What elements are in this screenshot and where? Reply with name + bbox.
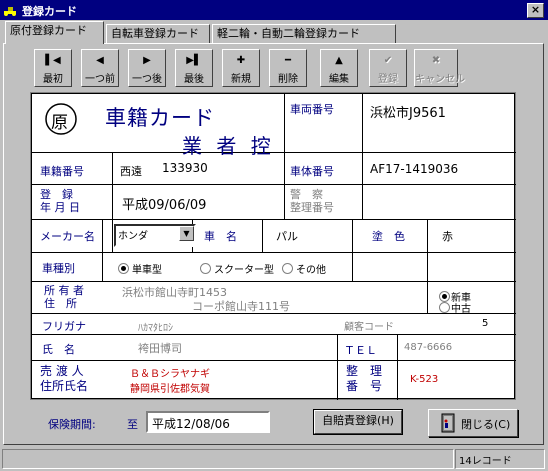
toolbar-label: 最後 <box>184 74 204 85</box>
furigana-value[interactable]: ﾊｶﾏﾀﾋﾛｼ <box>138 319 173 334</box>
maker-select[interactable]: ホンダ ▼ <box>114 224 196 247</box>
last-record-button[interactable]: ▶▌ 最後 <box>175 49 213 87</box>
stamp-label: 原 <box>51 113 68 133</box>
toolbar-label: 一つ後 <box>132 74 162 85</box>
last-record-icon: ▶▌ <box>186 55 202 66</box>
insurance-date-field[interactable]: 平成12/08/06 <box>146 411 270 433</box>
vehicle-number-label: 車両番号 <box>290 103 334 116</box>
vehicle-type-radio-scooter[interactable] <box>200 263 211 274</box>
seller-address[interactable]: 静岡県引佐郡気賀 <box>130 380 210 395</box>
reg-date-value[interactable]: 平成09/06/09 <box>122 194 206 213</box>
x-mark-icon: ✖ <box>431 55 441 66</box>
plus-icon: ✚ <box>236 55 246 66</box>
tab-label: 軽二輪・自動二輪登録カード <box>217 27 360 40</box>
color-value[interactable]: 赤 <box>442 228 453 244</box>
close-button[interactable]: 閉じる(C) <box>428 409 518 437</box>
checkmark-icon: ✔ <box>383 55 393 66</box>
jibaiseki-register-button[interactable]: 自賠責登録(H) <box>313 409 403 435</box>
status-radio-new[interactable] <box>439 291 450 302</box>
reg-date-label: 登 録 年 月 日 <box>40 188 80 214</box>
ref-number-label: 整 理 番 号 <box>346 364 383 393</box>
ref-number-value[interactable]: K-523 <box>410 374 438 385</box>
delete-record-button[interactable]: ━ 削除 <box>269 49 307 87</box>
vehicle-number-value[interactable]: 浜松市J9561 <box>370 102 446 121</box>
title-bar[interactable]: 登録カード × <box>0 0 548 20</box>
status-pane-records: 14レコード <box>455 449 545 469</box>
insurance-to-label: 至 <box>127 418 138 431</box>
insurance-date-value: 平成12/08/06 <box>152 417 230 431</box>
status-pane-main <box>2 449 454 469</box>
registry-number-value[interactable]: 133930 <box>162 161 208 175</box>
customer-code-label: 顧客コード <box>344 322 394 333</box>
seller-name[interactable]: Ｂ＆Ｂシラヤナギ <box>130 365 210 380</box>
card-subtitle: 業 者 控 <box>182 134 271 158</box>
button-label: 自賠責登録(H) <box>322 414 394 427</box>
new-record-button[interactable]: ✚ 新規 <box>222 49 260 87</box>
tel-label: ＴＥＬ <box>344 344 377 357</box>
app-icon <box>4 7 16 16</box>
tab-label: 原付登録カード <box>10 24 87 37</box>
registration-card: 原 車籍カード 業 者 控 車両番号 浜松市J9561 車籍番号 西遠 1339… <box>30 92 516 400</box>
tab-motorcycle-card[interactable]: 軽二輪・自動二輪登録カード <box>212 24 396 43</box>
vehicle-type-option: その他 <box>296 265 326 276</box>
first-record-button[interactable]: ▌◀ 最初 <box>34 49 72 87</box>
seller-label: 売 渡 人 住所氏名 <box>40 364 89 393</box>
vehicle-type-radio-motorcycle[interactable] <box>118 263 129 274</box>
maker-label: メーカー名 <box>40 230 95 243</box>
previous-record-button[interactable]: ◀ 一つ前 <box>81 49 119 87</box>
toolbar-label: 編集 <box>329 74 349 85</box>
toolbar-label: 新規 <box>231 74 251 85</box>
owner-address-label: 所 有 者 住 所 <box>44 284 84 310</box>
body-number-label: 車体番号 <box>290 165 334 178</box>
next-record-icon: ▶ <box>143 55 151 66</box>
first-record-icon: ▌◀ <box>45 55 61 66</box>
next-record-button[interactable]: ▶ 一つ後 <box>128 49 166 87</box>
toolbar-label: 最初 <box>43 74 63 85</box>
model-value[interactable]: パル <box>276 228 298 244</box>
toolbar-label: 削除 <box>278 74 298 85</box>
minus-icon: ━ <box>284 55 292 66</box>
door-exit-icon <box>441 413 455 433</box>
tel-value[interactable]: 487-6666 <box>404 342 452 353</box>
registry-number-label: 車籍番号 <box>40 165 84 178</box>
model-label: 車 名 <box>204 230 237 243</box>
cancel-button[interactable]: ✖ キャンセル <box>414 49 465 87</box>
tab-bicycle-card[interactable]: 自転車登録カード <box>106 24 210 43</box>
close-window-button[interactable]: × <box>527 3 544 18</box>
window-title: 登録カード <box>22 5 77 18</box>
tab-moped-card[interactable]: 原付登録カード <box>5 21 104 44</box>
body-number-value[interactable]: AF17-1419036 <box>370 162 458 176</box>
vehicle-type-radio-other[interactable] <box>282 263 293 274</box>
insurance-label: 保険期間: <box>48 418 96 431</box>
chevron-down-icon[interactable]: ▼ <box>179 226 194 241</box>
vehicle-type-option: 単車型 <box>132 265 162 276</box>
previous-record-icon: ◀ <box>96 55 104 66</box>
status-option: 中古 <box>451 304 471 315</box>
customer-code-value[interactable]: 5 <box>482 318 488 329</box>
button-label: 閉じる(C) <box>461 418 511 431</box>
registry-prefix[interactable]: 西遠 <box>120 163 142 179</box>
toolbar-label: 登録 <box>378 74 398 85</box>
police-number-label: 警 察 整理番号 <box>290 188 334 214</box>
toolbar-label: キャンセル <box>415 74 465 85</box>
toolbar-label: 一つ前 <box>85 74 115 85</box>
vehicle-type-option: スクーター型 <box>214 265 274 276</box>
status-radio-used[interactable] <box>439 302 450 313</box>
maker-selected-value: ホンダ <box>118 231 148 242</box>
edit-record-button[interactable]: ▲ 編集 <box>320 49 358 87</box>
furigana-label: フリガナ <box>42 320 86 333</box>
record-count: 14レコード <box>459 456 512 467</box>
name-value[interactable]: 袴田博司 <box>138 340 182 356</box>
vehicle-type-label: 車種別 <box>42 262 75 275</box>
tab-label: 自転車登録カード <box>111 27 199 40</box>
owner-address-line2[interactable]: コーポ館山寺111号 <box>192 298 290 314</box>
register-button[interactable]: ✔ 登録 <box>369 49 407 87</box>
card-title: 車籍カード <box>105 106 215 130</box>
color-label: 塗 色 <box>372 230 405 243</box>
edit-arrow-icon: ▲ <box>335 55 343 66</box>
name-label: 氏 名 <box>42 343 75 356</box>
